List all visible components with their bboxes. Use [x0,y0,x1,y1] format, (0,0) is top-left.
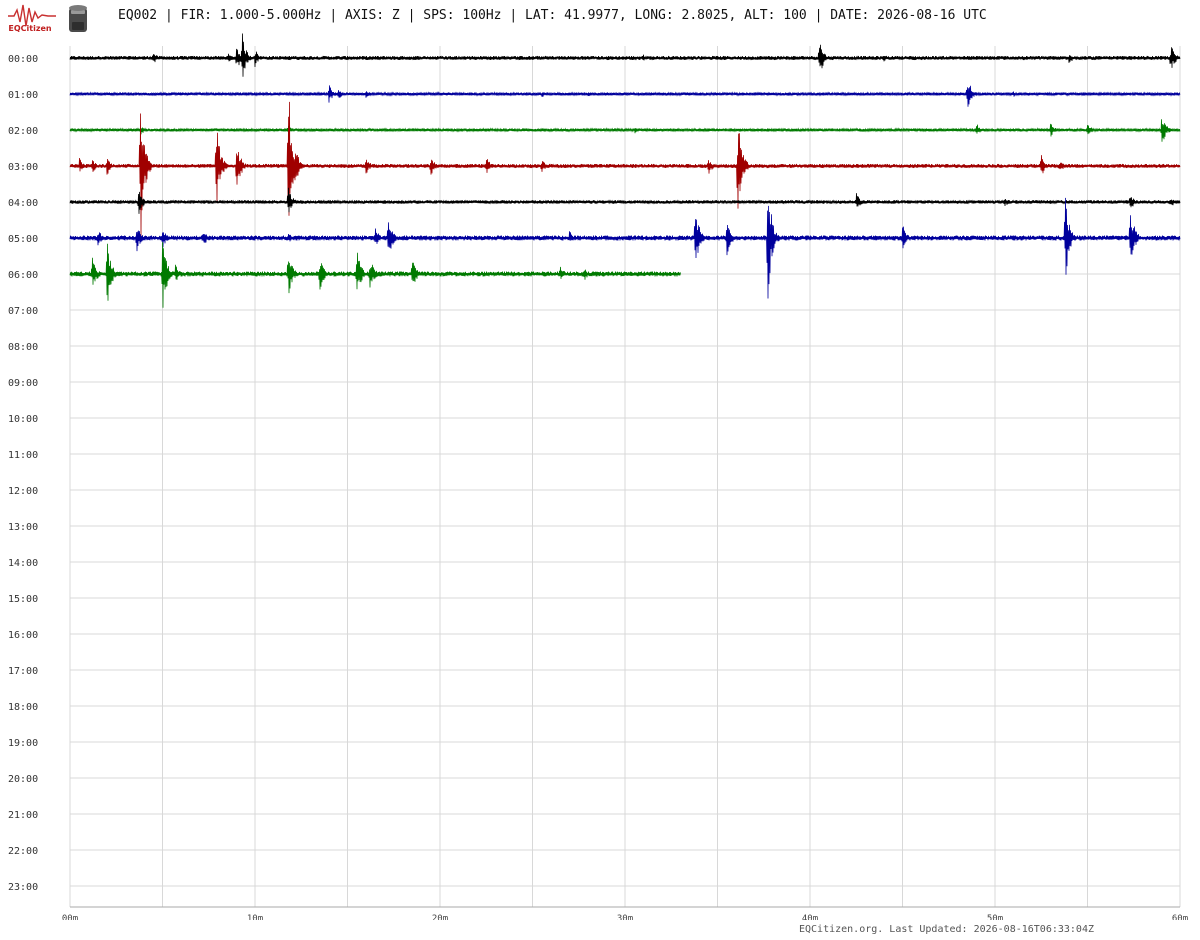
y-tick-label: 10:00 [8,414,38,425]
helicorder-chart: 00:00 01:00 02:00 03:00 04:00 05:00 06:00 07:00… [8,33,1188,920]
y-tick-label: 00:00 [8,54,38,65]
y-tick-label: 07:00 [8,306,38,317]
y-tick-label: 09:00 [8,378,38,389]
y-tick-label: 15:00 [8,594,38,605]
y-tick-label: 13:00 [8,522,38,533]
y-tick-label: 21:00 [8,810,38,821]
y-tick-label: 14:00 [8,558,38,569]
last-updated-footer: EQCitizen.org. Last Updated: 2026-08-16T… [798,924,1094,935]
y-tick-label: 06:00 [8,270,38,281]
y-tick-label: 05:00 [8,234,38,245]
y-tick-label: 02:00 [8,126,38,137]
x-tick-label: 30m [617,914,633,920]
x-tick-label: 50m [987,914,1003,920]
y-tick-label: 08:00 [8,342,38,353]
y-tick-label: 04:00 [8,198,38,209]
x-tick-label: 60m [1172,914,1188,920]
x-tick-label: 00m [62,914,78,920]
y-tick-label: 22:00 [8,846,38,857]
x-tick-label: 40m [802,914,818,920]
y-tick-label: 12:00 [8,486,38,497]
y-tick-label: 17:00 [8,666,38,677]
x-tick-label: 10m [247,914,263,920]
y-tick-label: 18:00 [8,702,38,713]
trace-0600 [69,242,681,308]
y-tick-label: 11:00 [8,450,38,461]
y-tick-label: 19:00 [8,738,38,749]
y-tick-label: 20:00 [8,774,38,785]
y-tick-label: 16:00 [8,630,38,641]
y-tick-label: 23:00 [8,882,38,893]
y-tick-label: 03:00 [8,162,38,173]
x-tick-label: 20m [432,914,448,920]
y-tick-label: 01:00 [8,90,38,101]
